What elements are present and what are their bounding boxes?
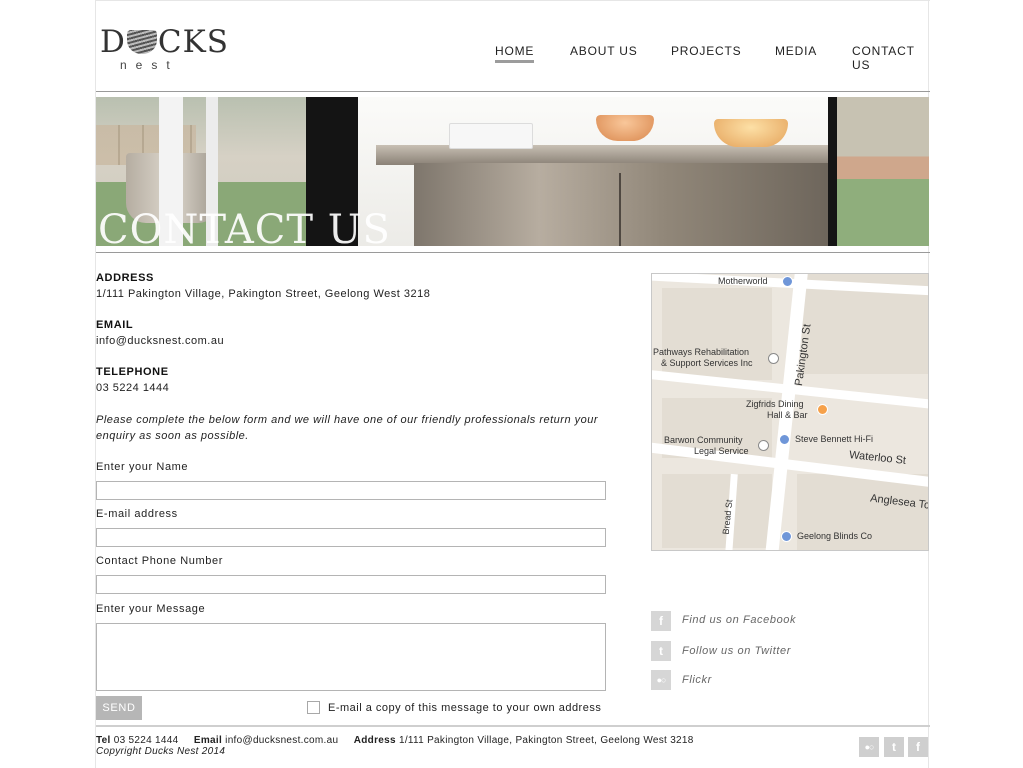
map-place-label: Geelong Blinds Co <box>797 531 873 541</box>
message-label: Enter your Message <box>96 603 206 615</box>
hero-title: CONTACT US <box>98 207 391 246</box>
hero-banner: CONTACT US <box>96 97 929 246</box>
map-pin-icon <box>758 440 769 451</box>
message-textarea[interactable] <box>96 623 606 691</box>
logo-letter-d: D <box>100 24 126 60</box>
logo-subtitle: nest <box>120 58 179 72</box>
name-label: Enter your Name <box>96 461 189 473</box>
nav-home[interactable]: HOME <box>495 44 535 63</box>
map-place-label: Zigfrids Dining <box>746 399 804 409</box>
twitter-icon[interactable]: t <box>884 737 904 757</box>
phone-label: Contact Phone Number <box>96 555 223 567</box>
site-logo[interactable]: D CKS nest <box>100 26 240 74</box>
map-block <box>662 474 772 548</box>
nav-projects[interactable]: PROJECTS <box>671 44 741 58</box>
map-place-label: & Support Services Inc <box>661 358 753 368</box>
telephone-text: 03 5224 1444 <box>96 382 170 394</box>
facebook-icon[interactable]: f <box>651 611 671 631</box>
footer-email[interactable]: info@ducksnest.com.au <box>225 735 338 746</box>
map-place-label: Hall & Bar <box>767 410 808 420</box>
hero-right-garden <box>837 97 929 246</box>
email-heading: EMAIL <box>96 319 134 331</box>
form-intro: Please complete the below form and we wi… <box>96 414 599 442</box>
footer-address: 1/111 Pakington Village, Pakington Stree… <box>398 735 694 746</box>
copyright: Copyright Ducks Nest 2014 <box>96 746 226 757</box>
page-container: D CKS nest HOME ABOUT US PROJECTS MEDIA C… <box>95 0 930 768</box>
top-border <box>96 0 930 1</box>
twitter-icon[interactable]: t <box>651 641 671 661</box>
logo-letters-cks: CKS <box>157 24 229 60</box>
logo-wordmark: D CKS <box>100 26 229 58</box>
footer-address-label: Address <box>353 735 396 746</box>
map-pin-icon <box>781 531 792 542</box>
footer-contact: Tel 03 5224 1444 Email info@ducksnest.co… <box>96 735 694 746</box>
map-place-label: Steve Bennett Hi-Fi <box>795 434 874 444</box>
address-heading: ADDRESS <box>96 272 154 284</box>
map-place-label: Barwon Community <box>664 435 743 445</box>
map-street-label: Waterloo St <box>848 449 907 467</box>
twitter-link[interactable]: Follow us on Twitter <box>682 645 791 657</box>
location-map[interactable]: Motherworld Pathways Rehabilitation & Su… <box>651 273 929 551</box>
nav-contact-us[interactable]: CONTACT US <box>852 44 928 72</box>
hero-cabinet <box>414 163 832 246</box>
footer-email-label: Email <box>193 735 223 746</box>
footer-tel-label: Tel <box>96 735 111 746</box>
facebook-link[interactable]: Find us on Facebook <box>682 614 796 626</box>
send-button[interactable]: SEND <box>96 696 142 720</box>
hero-right-post <box>828 97 837 246</box>
flickr-icon[interactable]: ●○ <box>859 737 879 757</box>
copy-checkbox[interactable] <box>307 701 320 714</box>
hero-sink <box>449 123 533 149</box>
telephone-heading: TELEPHONE <box>96 366 169 378</box>
email-link[interactable]: info@ducksnest.com.au <box>96 335 224 347</box>
copy-checkbox-label[interactable]: E-mail a copy of this message to your ow… <box>328 702 601 714</box>
flickr-icon[interactable]: ●○ <box>651 670 671 690</box>
hero-divider <box>96 252 930 253</box>
map-place-label: Motherworld <box>718 276 768 286</box>
map-pin-icon <box>782 276 793 287</box>
map-place-label: Pathways Rehabilitation <box>653 347 750 357</box>
flickr-link[interactable]: Flickr <box>682 674 712 686</box>
address-text: 1/111 Pakington Village, Pakington Stree… <box>96 288 431 300</box>
footer-tel: 03 5224 1444 <box>113 735 179 746</box>
phone-input[interactable] <box>96 575 606 594</box>
map-pin-icon <box>768 353 779 364</box>
header-divider <box>96 91 930 92</box>
map-place-label: Legal Service <box>694 446 749 456</box>
nav-media[interactable]: MEDIA <box>775 44 817 58</box>
email-input[interactable] <box>96 528 606 547</box>
nest-icon <box>126 30 157 54</box>
map-pin-icon <box>817 404 828 415</box>
nav-about-us[interactable]: ABOUT US <box>570 44 638 58</box>
footer-divider <box>96 725 930 727</box>
map-pin-icon <box>779 434 790 445</box>
hero-bowl-gold <box>714 119 788 147</box>
facebook-icon[interactable]: f <box>908 737 928 757</box>
email-label: E-mail address <box>96 508 178 520</box>
name-input[interactable] <box>96 481 606 500</box>
